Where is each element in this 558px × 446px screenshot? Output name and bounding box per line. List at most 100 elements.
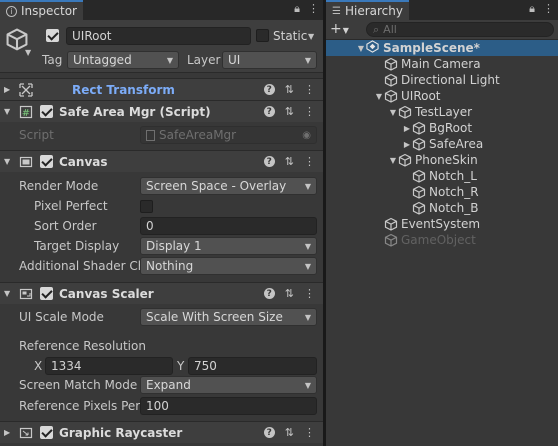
chevron-down-icon[interactable]: ▼ — [356, 44, 366, 53]
script-value: SafeAreaMgr — [159, 128, 237, 142]
layer-dropdown[interactable]: UI ▼ — [222, 51, 317, 69]
screen-match-mode-dropdown[interactable]: Expand ▼ — [140, 376, 317, 394]
help-icon[interactable]: ? — [263, 84, 275, 95]
hierarchy-item-bgroot[interactable]: ▶ BgRoot — [326, 120, 558, 136]
scene-row[interactable]: ▼ SampleScene* — [326, 40, 558, 56]
lock-icon[interactable]: 🔒︎ — [529, 2, 535, 16]
chevron-down-icon: ▼ — [304, 380, 311, 390]
gameobject-icon — [412, 201, 426, 215]
more-menu-icon[interactable]: ⋮ — [304, 155, 315, 168]
item-label: Directional Light — [401, 73, 500, 87]
chevron-down-icon: ▼ — [342, 26, 349, 35]
chevron-down-icon[interactable]: ▼ — [374, 92, 384, 101]
more-menu-icon[interactable]: ⋮ — [304, 287, 315, 300]
preset-icon[interactable]: ⇅ — [285, 287, 294, 300]
enabled-checkbox[interactable] — [40, 426, 53, 439]
add-button[interactable]: +▼ — [330, 22, 349, 38]
chevron-right-icon[interactable]: ▶ — [4, 428, 16, 437]
preset-icon[interactable]: ⇅ — [285, 105, 294, 118]
hierarchy-item-gameobject[interactable]: GameObject — [326, 232, 558, 248]
chevron-down-icon[interactable]: ▼ — [308, 32, 314, 41]
component-canvas[interactable]: ▼ Canvas ? ⇅ ⋮ — [0, 150, 323, 172]
render-mode-dropdown[interactable]: Screen Space - Overlay ▼ — [140, 177, 317, 195]
hierarchy-search-input[interactable]: ⌕ All — [366, 22, 554, 37]
item-label: PhoneSkin — [415, 153, 478, 167]
more-menu-icon[interactable]: ⋮ — [304, 426, 315, 439]
object-name-input[interactable]: UIRoot — [66, 27, 251, 45]
ui-scale-mode-row: UI Scale Mode Scale With Screen Size ▼ — [0, 307, 323, 327]
preset-icon[interactable]: ⇅ — [285, 155, 294, 168]
help-icon[interactable]: ? — [263, 106, 275, 117]
reference-pixels-input[interactable]: 100 — [140, 397, 317, 415]
active-checkbox[interactable] — [46, 29, 59, 42]
item-label: BgRoot — [429, 121, 473, 135]
resolution-y-input[interactable]: 750 — [188, 357, 317, 375]
item-label: EventSystem — [401, 217, 481, 231]
tab-inspector[interactable]: i Inspector — [0, 0, 83, 20]
pixel-perfect-checkbox[interactable] — [140, 199, 153, 213]
script-field[interactable]: SafeAreaMgr ◉ — [140, 126, 317, 144]
chevron-down-icon[interactable]: ▼ — [4, 289, 16, 298]
hierarchy-item-notch-l[interactable]: Notch_L — [326, 168, 558, 184]
script-file-icon — [146, 129, 155, 141]
svg-text:#: # — [22, 108, 30, 119]
help-icon[interactable]: ? — [263, 427, 275, 438]
component-safe-area-mgr[interactable]: ▼ # Safe Area Mgr (Script) ? ⇅ ⋮ — [0, 100, 323, 122]
script-label: Script — [19, 128, 54, 142]
target-display-row: Target Display Display 1 ▼ — [0, 236, 323, 256]
chevron-down-icon[interactable]: ▼ — [4, 107, 16, 116]
sort-order-input[interactable]: 0 — [140, 217, 317, 235]
y-label: Y — [177, 359, 185, 373]
static-label: Static — [273, 29, 308, 43]
preset-icon[interactable]: ⇅ — [285, 83, 294, 96]
enabled-checkbox[interactable] — [40, 105, 53, 118]
more-menu-icon[interactable]: ⋮ — [543, 2, 554, 16]
chevron-right-icon[interactable]: ▶ — [402, 140, 412, 149]
item-label: Main Camera — [401, 57, 481, 71]
render-mode-value: Screen Space - Overlay — [146, 179, 287, 193]
resolution-x-input[interactable]: 1334 — [45, 357, 173, 375]
shader-channels-dropdown[interactable]: Nothing ▼ — [140, 257, 317, 275]
hierarchy-item-phoneskin[interactable]: ▼ PhoneSkin — [326, 152, 558, 168]
reference-pixels-row: Reference Pixels Per 100 — [0, 396, 323, 416]
preset-icon[interactable]: ⇅ — [285, 426, 294, 439]
component-rect-transform[interactable]: ▶ Rect Transform ? ⇅ ⋮ — [0, 78, 323, 100]
enabled-checkbox[interactable] — [40, 155, 53, 168]
chevron-right-icon[interactable]: ▶ — [4, 85, 16, 94]
help-icon[interactable]: ? — [263, 288, 275, 299]
hierarchy-item-testlayer[interactable]: ▼ TestLayer — [326, 104, 558, 120]
chevron-down-icon[interactable]: ▼ — [25, 48, 31, 57]
more-menu-icon[interactable]: ⋮ — [308, 2, 319, 16]
chevron-down-icon[interactable]: ▼ — [388, 156, 398, 165]
script-row: Script SafeAreaMgr ◉ — [0, 125, 323, 145]
component-canvas-scaler[interactable]: ▼ Canvas Scaler ? ⇅ ⋮ — [0, 282, 323, 304]
hierarchy-item-uiroot[interactable]: ▼ UIRoot — [326, 88, 558, 104]
target-display-dropdown[interactable]: Display 1 ▼ — [140, 237, 317, 255]
tag-dropdown[interactable]: Untagged ▼ — [67, 51, 179, 69]
static-checkbox[interactable] — [256, 29, 269, 42]
target-display-label: Target Display — [34, 239, 120, 253]
shader-channels-row: Additional Shader Ch Nothing ▼ — [0, 256, 323, 276]
tab-hierarchy[interactable]: ☰ Hierarchy — [326, 0, 409, 20]
hierarchy-item-safearea[interactable]: ▶ SafeArea — [326, 136, 558, 152]
chevron-down-icon: ▼ — [166, 55, 173, 65]
hierarchy-item-directional-light[interactable]: Directional Light — [326, 72, 558, 88]
hierarchy-item-notch-b[interactable]: Notch_B — [326, 200, 558, 216]
more-menu-icon[interactable]: ⋮ — [304, 105, 315, 118]
object-picker-icon[interactable]: ◉ — [302, 130, 311, 141]
more-menu-icon[interactable]: ⋮ — [304, 83, 315, 96]
chevron-down-icon[interactable]: ▼ — [388, 108, 398, 117]
tag-value: Untagged — [73, 53, 132, 67]
chevron-down-icon[interactable]: ▼ — [4, 157, 16, 166]
hierarchy-item-eventsystem[interactable]: EventSystem — [326, 216, 558, 232]
item-label: GameObject — [401, 233, 476, 247]
lock-icon[interactable]: 🔒︎ — [294, 2, 300, 16]
reference-resolution-label: Reference Resolution — [19, 339, 146, 353]
hierarchy-item-main-camera[interactable]: Main Camera — [326, 56, 558, 72]
help-icon[interactable]: ? — [263, 156, 275, 167]
component-graphic-raycaster[interactable]: ▶ Graphic Raycaster ? ⇅ ⋮ — [0, 421, 323, 443]
ui-scale-mode-dropdown[interactable]: Scale With Screen Size ▼ — [140, 308, 317, 326]
chevron-right-icon[interactable]: ▶ — [402, 124, 412, 133]
enabled-checkbox[interactable] — [40, 287, 53, 300]
hierarchy-item-notch-r[interactable]: Notch_R — [326, 184, 558, 200]
